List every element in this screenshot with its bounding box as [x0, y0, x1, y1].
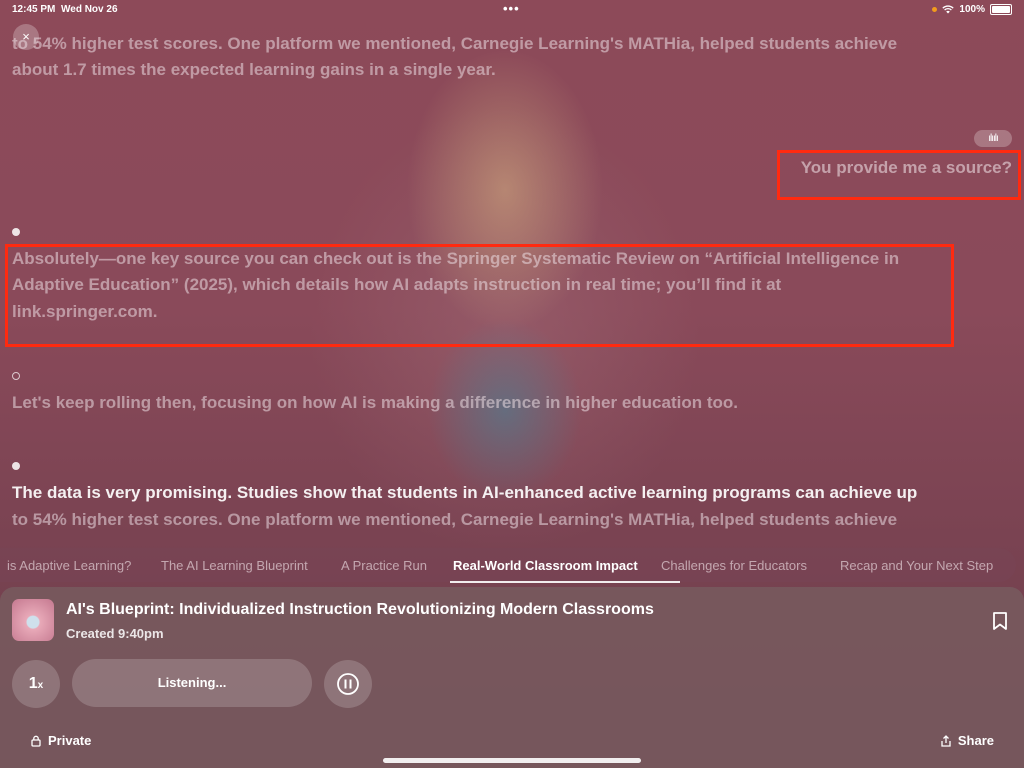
wifi-icon [942, 5, 955, 14]
tab-chapter[interactable]: The AI Learning Blueprint [161, 558, 308, 573]
pause-button[interactable] [324, 660, 372, 708]
battery-icon [990, 4, 1012, 15]
pause-icon [337, 673, 359, 695]
playback-speed-button[interactable]: 1x [12, 660, 60, 708]
mic-in-use-icon [932, 7, 938, 12]
tab-chapter[interactable]: Recap and Your Next Step [840, 558, 993, 573]
status-time: 12:45 PM [12, 4, 56, 15]
chapter-tabs: is Adaptive Learning? The AI Learning Bl… [0, 548, 1016, 582]
home-indicator[interactable] [383, 758, 641, 763]
private-label: Private [48, 733, 92, 748]
highlight-box-user [777, 150, 1021, 200]
speaker-dot-icon [12, 462, 20, 470]
voice-waveform-icon: ılıılı [974, 130, 1012, 147]
status-date: Wed Nov 26 [61, 4, 118, 15]
episode-created: Created 9:40pm [66, 626, 164, 641]
status-indicators: 100% [932, 4, 1012, 15]
listening-button[interactable]: Listening... [72, 659, 312, 707]
tab-chapter-active[interactable]: Real-World Classroom Impact [453, 558, 638, 573]
tab-chapter[interactable]: A Practice Run [341, 558, 427, 573]
status-bar: 12:45 PM Wed Nov 26 ••• 100% [0, 0, 1024, 18]
transcript-line: about 1.7 times the expected learning ga… [12, 60, 496, 79]
battery-percent: 100% [959, 4, 985, 15]
speaker-dot-icon [12, 372, 20, 380]
speed-unit: x [37, 680, 44, 691]
highlight-box-answer [5, 244, 954, 347]
tab-chapter[interactable]: Challenges for Educators [661, 558, 807, 573]
tab-chapter[interactable]: is Adaptive Learning? [7, 558, 131, 573]
lock-icon [31, 735, 41, 747]
speaker-dot-icon [12, 228, 20, 236]
transcript-line: to 54% higher test scores. One platform … [12, 34, 898, 53]
multitasking-dots-icon[interactable]: ••• [503, 1, 520, 16]
episode-artwork [12, 599, 54, 641]
active-tab-indicator [450, 581, 680, 583]
share-label: Share [957, 733, 994, 748]
privacy-toggle[interactable]: Private [30, 733, 91, 748]
speed-value: 1 [28, 675, 38, 692]
current-line: to 54% higher test scores. One platform … [12, 510, 898, 529]
share-button[interactable]: Share [940, 733, 994, 748]
share-icon [941, 734, 951, 747]
transcript-line: Let's keep rolling then, focusing on how… [12, 393, 738, 412]
bookmark-icon[interactable] [990, 611, 1010, 631]
episode-title: AI's Blueprint: Individualized Instructi… [66, 601, 654, 618]
current-line: The data is very promising. Studies show… [12, 483, 918, 502]
